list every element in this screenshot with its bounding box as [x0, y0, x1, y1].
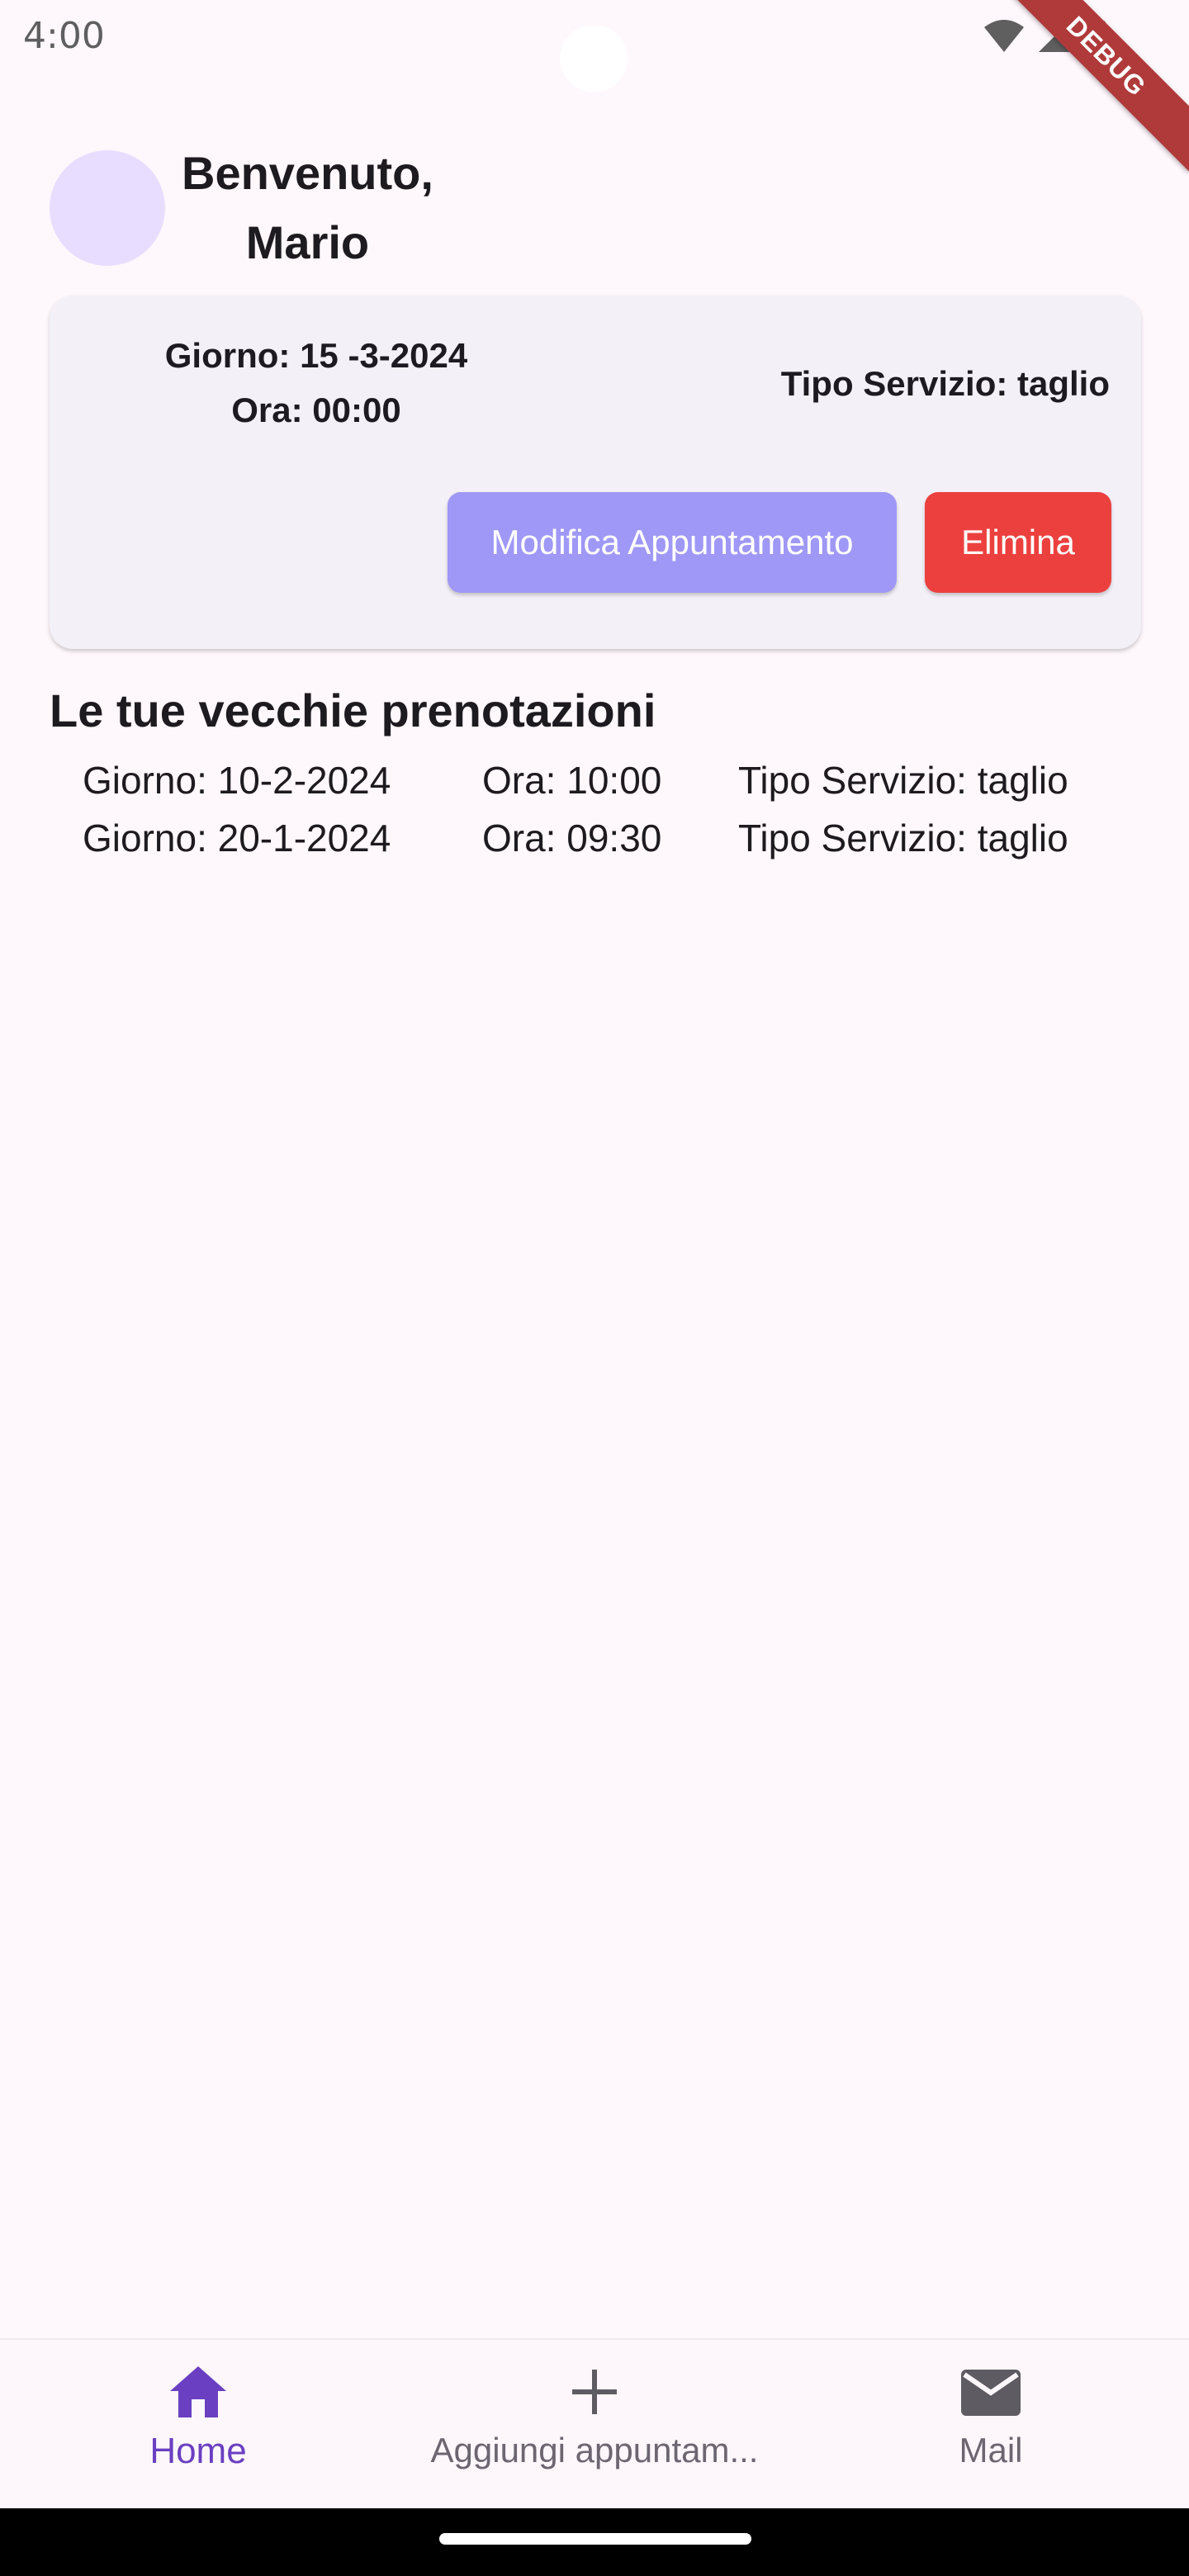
nav-label-mail: Mail — [959, 2431, 1023, 2469]
history-time: Ora: 10:00 — [482, 759, 662, 802]
nav-label-home: Home — [149, 2431, 247, 2471]
history-title: Le tue vecchie prenotazioni — [50, 684, 656, 736]
history-service: Tipo Servizio: taglio — [738, 759, 1068, 802]
home-icon — [170, 2366, 226, 2417]
appointment-date: Giorno: 15 -3-2024 — [164, 336, 468, 375]
gesture-handle[interactable] — [439, 2533, 751, 2545]
user-name: Mario — [245, 216, 370, 268]
appointment-time: Ora: 00:00 — [231, 391, 401, 429]
mail-icon — [961, 2370, 1021, 2416]
status-bar: 4:00 — [0, 0, 1189, 92]
appointment-card: Giorno: 15 -3-2024 Ora: 00:00 Tipo Servi… — [50, 296, 1141, 649]
wifi-icon — [984, 20, 1024, 52]
nav-item-add-appointment[interactable]: Aggiungi appuntam... — [363, 2340, 826, 2510]
history-row: Giorno: 20-1-2024 Ora: 09:30 Tipo Serviz… — [0, 809, 1189, 867]
history-row: Giorno: 10-2-2024 Ora: 10:00 Tipo Serviz… — [0, 751, 1189, 809]
greeting-line-1: Benvenuto, — [182, 147, 433, 199]
history-date: Giorno: 20-1-2024 — [83, 817, 391, 859]
nav-item-home[interactable]: Home — [99, 2340, 297, 2510]
nav-label-add-appointment: Aggiungi appuntam... — [430, 2431, 759, 2469]
history-service: Tipo Servizio: taglio — [738, 817, 1068, 859]
appointment-datetime: Giorno: 15 -3-2024 Ora: 00:00 — [97, 329, 535, 438]
nav-item-mail[interactable]: Mail — [892, 2340, 1090, 2510]
status-time: 4:00 — [23, 15, 105, 57]
delete-appointment-button[interactable]: Elimina — [925, 492, 1111, 593]
header: Benvenuto, Mario — [50, 139, 433, 277]
history-date: Giorno: 10-2-2024 — [83, 759, 391, 802]
greeting: Benvenuto, Mario — [182, 139, 433, 277]
modify-appointment-button[interactable]: Modifica Appuntamento — [448, 492, 897, 593]
camera-cutout — [560, 25, 628, 92]
avatar — [50, 150, 165, 266]
appointment-service: Tipo Servizio: taglio — [780, 364, 1110, 403]
history-list: Giorno: 10-2-2024 Ora: 10:00 Tipo Serviz… — [0, 751, 1189, 867]
system-gesture-bar — [0, 2508, 1189, 2576]
bottom-navigation: Home Aggiungi appuntam... Mail — [0, 2338, 1189, 2508]
history-time: Ora: 09:30 — [482, 817, 662, 859]
plus-icon — [572, 2370, 617, 2414]
